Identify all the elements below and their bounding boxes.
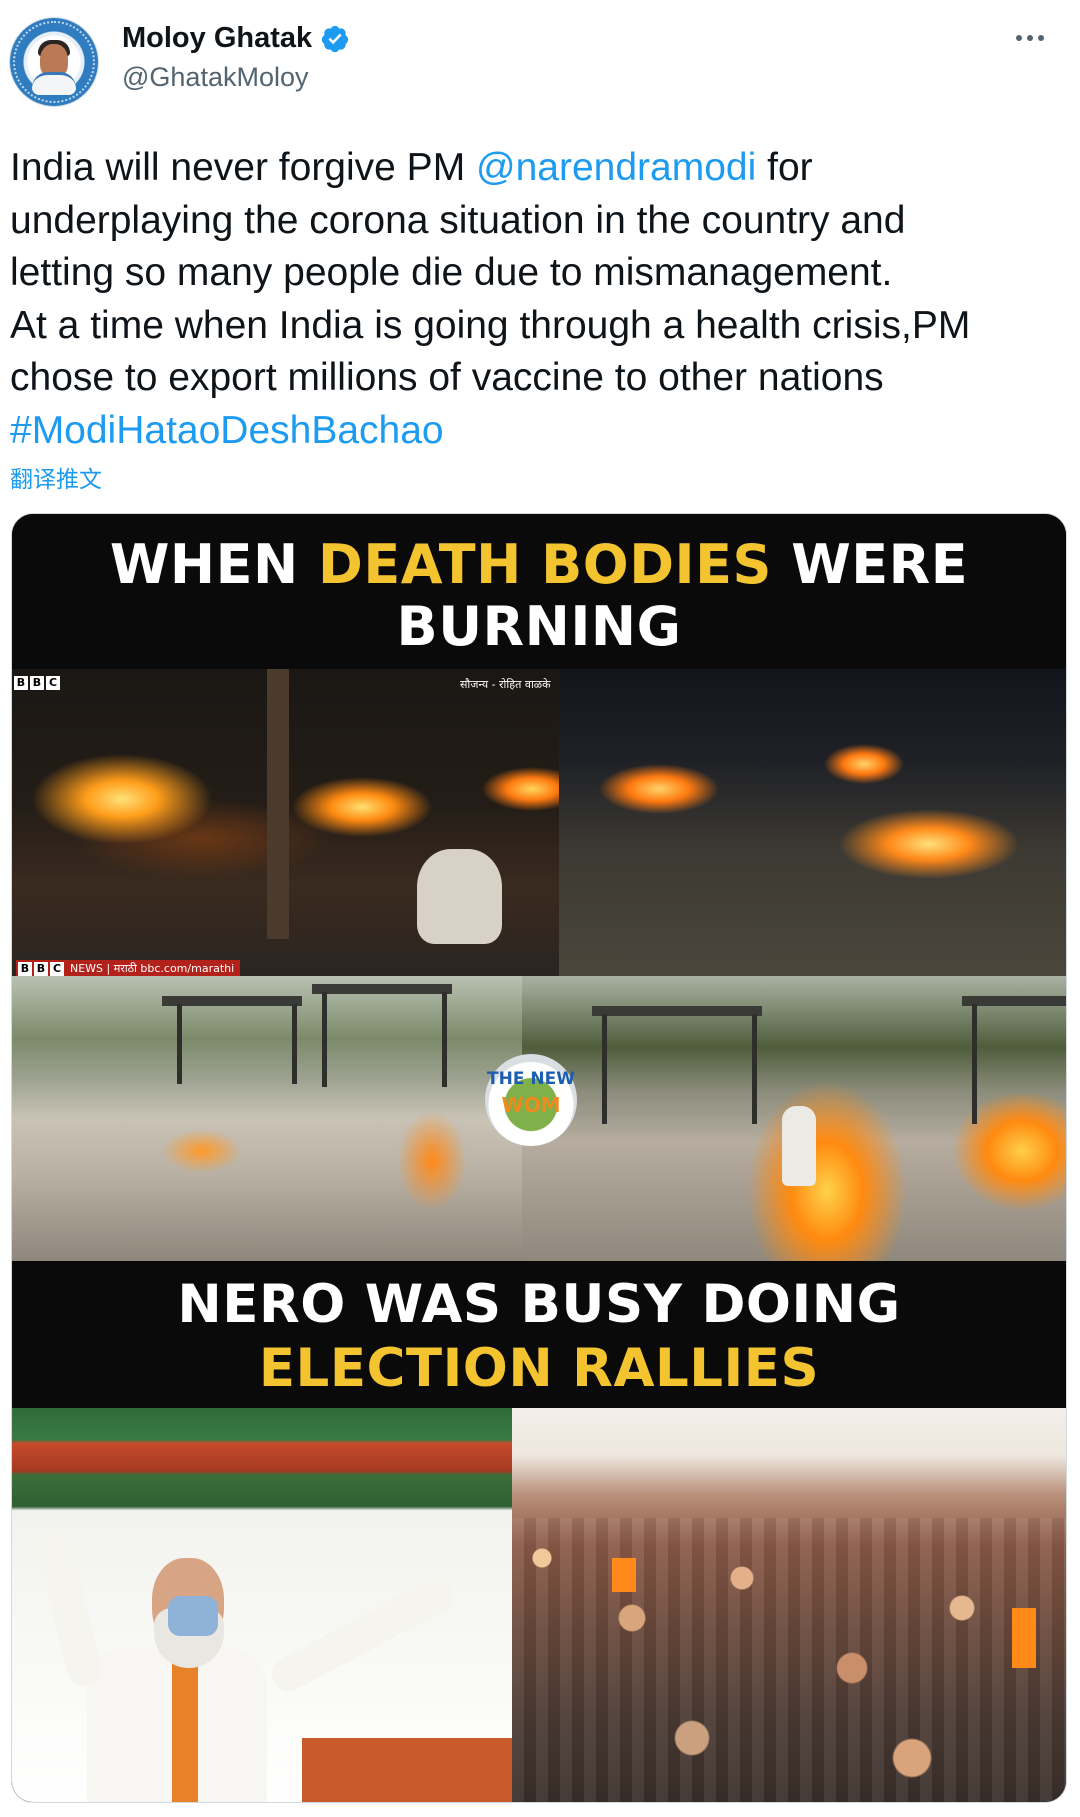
- party-flag: [612, 1558, 636, 1592]
- person-figure: [417, 849, 502, 944]
- tweet-line-3: letting so many people die due to misman…: [10, 251, 893, 294]
- caption-middle-line-2: ELECTION RALLIES: [258, 1338, 820, 1399]
- shed-roof: [162, 996, 302, 1006]
- tweet-line-5: chose to export millions of vaccine to o…: [10, 356, 884, 399]
- tweet-line-2: underplaying the corona situation in the…: [10, 198, 906, 242]
- caption-top: WHEN DEATH BODIES WERE BURNING: [12, 514, 1066, 669]
- translate-tweet-link[interactable]: 翻译推文: [10, 460, 102, 494]
- rally-photo-crowd: [512, 1408, 1066, 1802]
- shed-roof: [962, 996, 1066, 1006]
- photo-credit: सौजन्य - रोहित वाळके: [460, 678, 551, 691]
- caption-top-line-1: WHEN DEATH BODIES WERE: [109, 533, 969, 596]
- caption-top-line-2: BURNING: [396, 595, 682, 658]
- avatar-garment: [32, 72, 76, 95]
- crowd: [512, 1518, 1066, 1802]
- shed-post: [602, 1014, 607, 1124]
- cremation-photo-night-right: [559, 669, 1066, 976]
- shed-post: [752, 1014, 757, 1124]
- pillar: [267, 669, 289, 939]
- ellipsis-icon: [1016, 35, 1022, 41]
- display-name[interactable]: Moloy Ghatak: [122, 22, 312, 55]
- caption-middle-line-1: NERO WAS BUSY DOING: [177, 1274, 901, 1335]
- mention-link[interactable]: @narendramodi: [476, 146, 756, 189]
- avatar[interactable]: [10, 18, 98, 106]
- shed-post: [177, 1004, 182, 1084]
- party-flag: [1012, 1608, 1036, 1668]
- raised-arm: [265, 1573, 459, 1697]
- raised-arm: [33, 1526, 105, 1690]
- cremation-photo-day-right: [522, 976, 1066, 1261]
- tweet-text: India will never forgive PM @narendramod…: [10, 142, 1060, 457]
- rally-photo-leader: [12, 1408, 512, 1802]
- cremation-photo-day-left: [12, 976, 522, 1261]
- display-name-row[interactable]: Moloy Ghatak: [122, 22, 350, 55]
- face-mask: [168, 1596, 218, 1636]
- verified-badge-icon: [322, 25, 349, 52]
- tweet-media-image[interactable]: WHEN DEATH BODIES WERE BURNING BBC सौजन्…: [11, 513, 1067, 1803]
- bbc-logo: BBC: [14, 676, 60, 690]
- bbc-news-strip: BBC NEWS | मराठी bbc.com/marathi: [16, 960, 241, 977]
- hashtag-link[interactable]: #ModiHataoDeshBachao: [10, 405, 1060, 458]
- saffron-scarf: [172, 1658, 198, 1802]
- shed-post: [972, 1004, 977, 1124]
- tweet-line-4: At a time when India is going through a …: [10, 303, 971, 347]
- stage-backdrop: [302, 1738, 512, 1802]
- ellipsis-icon: [1027, 35, 1033, 41]
- watermark-logo: THE NEW WOM: [485, 1054, 577, 1146]
- shed-roof: [312, 984, 452, 994]
- ppe-suit-figure: [782, 1106, 816, 1186]
- shed-roof: [592, 1006, 762, 1016]
- shed-post: [442, 992, 447, 1087]
- shed-post: [322, 992, 327, 1087]
- user-handle[interactable]: @GhatakMoloy: [122, 62, 308, 93]
- tweet-line-1: India will never forgive PM @narendramod…: [10, 146, 813, 189]
- cremation-photo-night-left: [12, 669, 559, 976]
- more-options-button[interactable]: [1008, 26, 1052, 50]
- shed-post: [292, 1004, 297, 1084]
- ellipsis-icon: [1038, 35, 1044, 41]
- caption-middle: NERO WAS BUSY DOING ELECTION RALLIES: [12, 1261, 1066, 1408]
